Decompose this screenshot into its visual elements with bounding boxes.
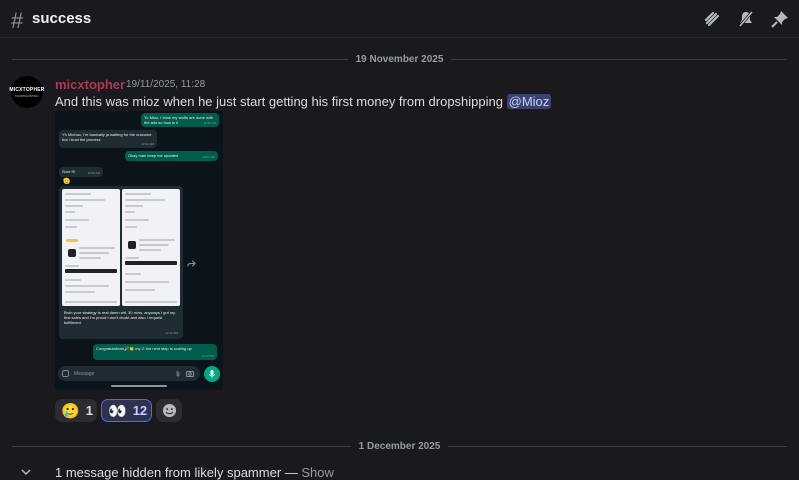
shopify-screenshot-left <box>62 189 120 306</box>
reaction-emoji: 🥲 <box>61 402 80 420</box>
message-content: And this was mioz when he just start get… <box>55 94 552 109</box>
add-reaction-button[interactable] <box>156 399 182 422</box>
message-timestamp: 19/11/2025, 11:28 <box>126 79 206 90</box>
sticker-icon <box>62 370 69 377</box>
date-divider: 1 December 2025 <box>12 440 788 452</box>
author-name[interactable]: micxtopher <box>55 77 125 92</box>
hashtag-icon: # <box>11 8 24 33</box>
channel-name: success <box>32 10 92 27</box>
header-toolbar <box>703 10 789 28</box>
threads-icon[interactable] <box>703 10 721 28</box>
add-reaction-icon <box>162 403 176 418</box>
reaction-count: 12 <box>132 403 148 418</box>
chat-input-bar: Message <box>58 366 200 381</box>
mute-icon[interactable] <box>737 10 755 28</box>
emoji-reaction-in-chat: 🫡 <box>63 179 71 185</box>
attach-icon <box>176 370 180 377</box>
forward-icon <box>187 260 196 267</box>
reaction-count: 1 <box>85 403 93 418</box>
mic-button <box>204 366 220 382</box>
show-hidden-button[interactable]: Show <box>301 465 334 480</box>
reaction-sad-smile[interactable]: 🥲 1 <box>55 399 97 422</box>
chat-bubble: Yo Mioz, I think my stuffs are done with… <box>141 113 219 127</box>
avatar[interactable]: MICXTOPHER DROPSHIPPING <box>9 76 44 108</box>
chat-bubble: Sure I'll 11:58 AM <box>59 167 103 177</box>
reaction-emoji: 👀 <box>108 402 127 420</box>
home-indicator <box>111 385 167 387</box>
user-mention[interactable]: @Mioz <box>506 94 552 109</box>
chat-bubble: Bruh your strategy is real damn wtf, 30 … <box>64 310 178 335</box>
date-divider: 19 November 2025 <box>12 53 787 65</box>
pin-icon[interactable] <box>771 10 789 28</box>
channel-header: # success <box>0 0 799 38</box>
chat-bubble: Okay man keep me updated 12:03 AM <box>125 151 218 161</box>
shopify-screenshot-right <box>122 189 180 306</box>
hidden-message-notice: 1 message hidden from likely spammer — S… <box>21 465 334 480</box>
mic-icon <box>209 370 215 378</box>
chat-bubble: Congratulations🎉👏 my G the next step is … <box>93 344 217 360</box>
chat-bubble: Yh Michao, I'm basically ja waiting for … <box>59 130 157 148</box>
camera-icon <box>186 371 194 377</box>
attachment-image[interactable]: Yo Mioz, I think my stuffs are done with… <box>55 111 223 390</box>
reaction-eyes[interactable]: 👀 12 <box>101 399 152 422</box>
screenshot-card: Bruh your strategy is real damn wtf, 30 … <box>59 186 183 339</box>
